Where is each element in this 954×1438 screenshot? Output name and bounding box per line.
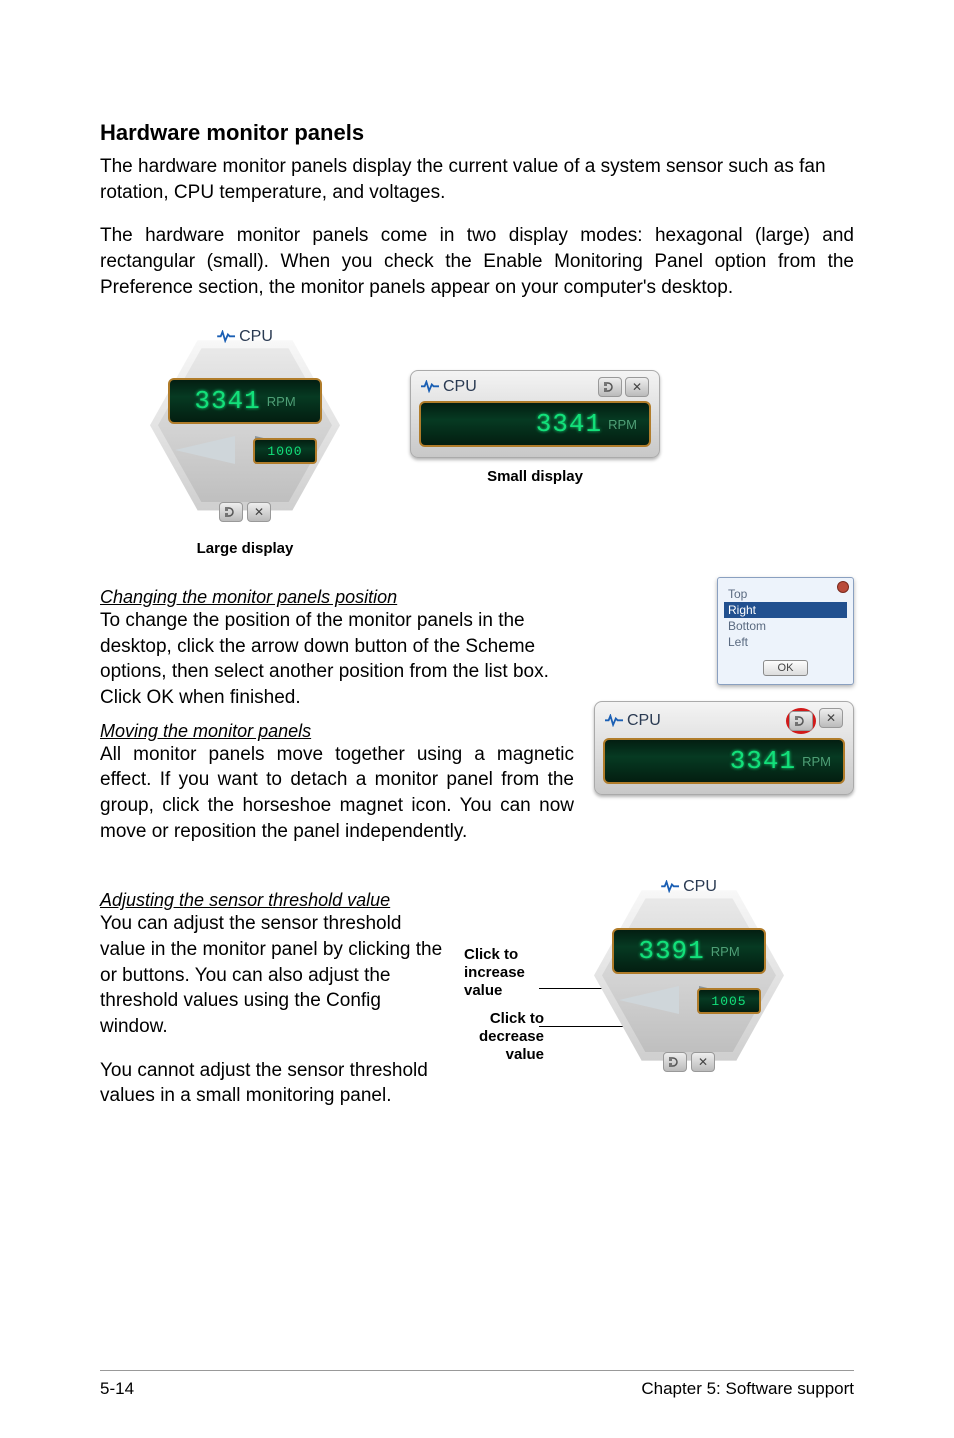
sub3-text1: You can adjust the sensor threshold valu… <box>100 911 444 1039</box>
position-popup: Top Right Bottom Left OK <box>717 577 854 685</box>
bottom-section: Adjusting the sensor threshold value You… <box>100 880 854 1126</box>
small-panel-magnet-example: CPU ✕ 3341 RPM <box>594 701 854 795</box>
footer-page-number: 5-14 <box>100 1379 134 1399</box>
small-lcd: 3341 RPM <box>419 401 651 447</box>
small2-title-label: CPU <box>627 712 661 730</box>
large-display-caption: Large display <box>197 540 294 557</box>
sub1-title: Changing the monitor panels position <box>100 587 574 608</box>
hex-lcd-unit: RPM <box>267 394 296 409</box>
position-item-top[interactable]: Top <box>724 586 847 602</box>
magnet-icon[interactable] <box>789 711 813 731</box>
magnet-icon[interactable] <box>598 377 622 397</box>
position-item-bottom[interactable]: Bottom <box>724 618 847 634</box>
hex-title-label: CPU <box>239 328 273 346</box>
small2-lcd-value: 3341 <box>730 746 796 776</box>
magnet-icon[interactable] <box>663 1052 687 1072</box>
small-panel: CPU ✕ 3341 RPM <box>410 370 660 458</box>
pulse-icon <box>605 714 623 728</box>
pulse-icon <box>217 330 235 344</box>
sub3-text2: You cannot adjust the sensor threshold v… <box>100 1058 444 1109</box>
decrease-triangle[interactable] <box>175 436 235 464</box>
sub2-title: Moving the monitor panels <box>100 721 574 742</box>
hex2-lcd-value: 3391 <box>638 936 704 966</box>
mid-section: Changing the monitor panels position To … <box>100 577 854 854</box>
close-icon[interactable]: ✕ <box>247 502 271 522</box>
pulse-icon <box>421 380 439 394</box>
section-heading: Hardware monitor panels <box>100 120 854 146</box>
close-icon[interactable]: ✕ <box>819 708 843 728</box>
hex-lcd-value: 3341 <box>194 386 260 416</box>
small2-lcd: 3341 RPM <box>603 738 845 784</box>
small-display-caption: Small display <box>487 468 583 485</box>
hex2-title: CPU <box>661 878 717 896</box>
hex2-lcd-unit: RPM <box>711 944 740 959</box>
small-panel-title: CPU <box>421 378 477 396</box>
hex2-title-label: CPU <box>683 878 717 896</box>
annot-decrease: Click to decrease value <box>464 1010 544 1064</box>
small-title-label: CPU <box>443 378 477 396</box>
threshold2-mini-lcd: 1005 <box>697 988 761 1014</box>
intro-paragraph-2: The hardware monitor panels come in two … <box>100 223 854 300</box>
threshold-slider[interactable]: 1000 <box>175 432 315 472</box>
large-display-block: CPU 3341 RPM 1000 ✕ Large d <box>140 320 350 557</box>
hex-lcd: 3341 RPM <box>168 378 322 424</box>
position-item-right[interactable]: Right <box>724 602 847 618</box>
small-lcd-value: 3341 <box>536 409 602 439</box>
display-examples-row: CPU 3341 RPM 1000 ✕ Large d <box>140 320 854 557</box>
position-item-left[interactable]: Left <box>724 634 847 650</box>
footer-chapter: Chapter 5: Software support <box>641 1379 854 1399</box>
page-footer: 5-14 Chapter 5: Software support <box>100 1370 854 1399</box>
hex-panel-title: CPU <box>217 328 273 346</box>
threshold-slider-2[interactable]: 1005 <box>619 982 759 1022</box>
close-icon[interactable]: ✕ <box>691 1052 715 1072</box>
position-list[interactable]: Top Right Bottom Left <box>718 578 853 654</box>
magnet-icon[interactable] <box>219 502 243 522</box>
threshold-mini-lcd: 1000 <box>253 438 317 464</box>
hex-panel-icons: ✕ <box>219 502 271 522</box>
popup-ok-button[interactable]: OK <box>763 660 809 676</box>
sub2-text: All monitor panels move together using a… <box>100 742 574 845</box>
hex-panel-large: CPU 3341 RPM 1000 ✕ <box>140 320 350 530</box>
intro-paragraph-1: The hardware monitor panels display the … <box>100 154 854 205</box>
close-icon[interactable]: ✕ <box>625 377 649 397</box>
small2-lcd-unit: RPM <box>802 754 831 769</box>
decrease-triangle[interactable] <box>619 986 679 1014</box>
small-lcd-unit: RPM <box>608 417 637 432</box>
hex-panel-threshold: CPU 3391 RPM 1005 ✕ <box>584 870 794 1080</box>
hex2-lcd: 3391 RPM <box>612 928 766 974</box>
magnet-highlight-circle <box>786 708 816 734</box>
pulse-icon <box>661 880 679 894</box>
small-panel2-title: CPU <box>605 712 661 730</box>
annot-increase: Click to increase value <box>464 946 544 1000</box>
small-display-block: CPU ✕ 3341 RPM Small display <box>410 370 660 485</box>
hex2-panel-icons: ✕ <box>663 1052 715 1072</box>
sub3-title: Adjusting the sensor threshold value <box>100 890 444 911</box>
sub1-text: To change the position of the monitor pa… <box>100 608 574 711</box>
